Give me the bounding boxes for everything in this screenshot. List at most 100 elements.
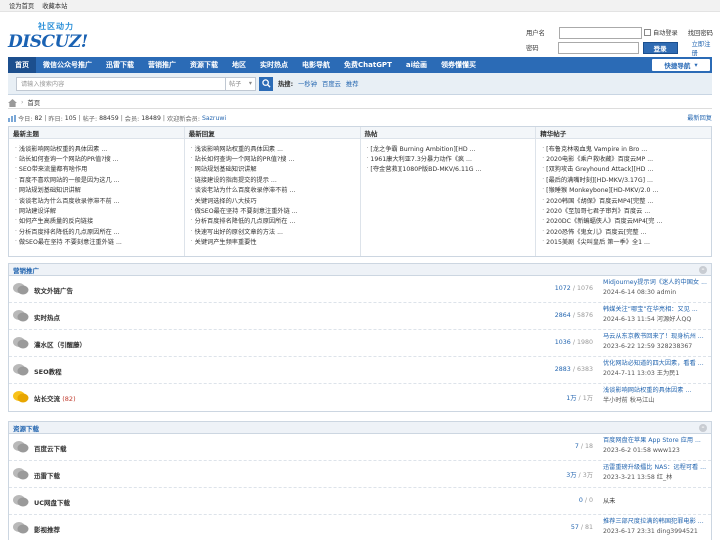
list-item-text[interactable]: SEO带来流量都有啥作用 xyxy=(19,164,87,173)
list-item[interactable]: · 网站建设详解 xyxy=(15,205,178,215)
list-item-text[interactable]: 网站建设详解 xyxy=(19,206,56,215)
last-post-title[interactable]: 马云从东京教书回来了！现身杭州 ... xyxy=(603,332,711,342)
list-item-text[interactable]: 2020DC《新蝙蝠侠人》百度云MP4[完 ... xyxy=(546,216,662,225)
forum-name-text[interactable]: SEO教程 xyxy=(34,368,62,376)
list-item-text[interactable]: 2015美剧《尖叫皇后 第一季》全1 ... xyxy=(546,237,650,246)
list-item-text[interactable]: [最后的满嘴时刻][HD-MKV/3.17G] ... xyxy=(546,175,653,184)
list-item[interactable]: · 如何产生高质量的反向链接 xyxy=(15,216,178,226)
list-item-text[interactable]: 做SEO最在坚持 不要刻意注重外链 ... xyxy=(19,237,122,246)
list-item[interactable]: · 2020韩国《胡保》百度云MP4[完整 ... xyxy=(542,195,705,205)
last-post-title[interactable]: Midjourney提示词《迷人的中国女 ... xyxy=(603,278,711,288)
nav-item-xunlei[interactable]: 迅雷下载 xyxy=(99,57,141,73)
search-type-select[interactable]: 帖子 ▾ xyxy=(226,76,256,91)
list-item[interactable]: · 2020DC《新蝙蝠侠人》百度云MP4[完 ... xyxy=(542,216,705,226)
list-item-text[interactable]: 2020恐怖《鬼女儿》百度云[完整 ... xyxy=(546,227,646,236)
forum-name-text[interactable]: 迅雷下载 xyxy=(34,472,60,480)
nav-item-coupons[interactable]: 领券懂懂买 xyxy=(434,57,483,73)
nav-item-chatgpt[interactable]: 免费ChatGPT xyxy=(337,57,399,73)
list-item[interactable]: · [双狗攻击 Greyhound Attack][HD ... xyxy=(542,164,705,174)
list-item[interactable]: · 分析百度排名降低的几点原因所在 ... xyxy=(191,216,354,226)
forum-name-text[interactable]: 灌水区（引醒藤） xyxy=(34,341,86,349)
forum-name-text[interactable]: 百度云下载 xyxy=(34,445,67,453)
list-item[interactable]: · 2020恐怖《鬼女儿》百度云[完整 ... xyxy=(542,226,705,236)
nav-item-wechat[interactable]: 微信公众号推广 xyxy=(36,57,99,73)
list-item-text[interactable]: 浅谈影响网站权重的具体因素 ... xyxy=(195,144,283,153)
forum-name[interactable]: 软文外链广告 xyxy=(34,285,73,295)
list-item-text[interactable]: [双狗攻击 Greyhound Attack][HD ... xyxy=(546,164,653,173)
list-item[interactable]: · 分析百度排名降低的几点原因所在 ... xyxy=(15,226,178,236)
list-item-text[interactable]: 2020《至加哥七君子审判》百度云 ... xyxy=(546,206,650,215)
hot-search-item[interactable]: 推荐 xyxy=(346,79,359,88)
nav-item-marketing[interactable]: 营销推广 xyxy=(141,57,183,73)
nav-item-ai-art[interactable]: ai绘画 xyxy=(399,57,434,73)
forum-name-text[interactable]: 站长交流 xyxy=(34,395,60,403)
checkbox-box[interactable] xyxy=(644,29,651,36)
forum-name[interactable]: 影视推荐 xyxy=(34,524,60,534)
list-item-text[interactable]: 快速写出好的原创文章的方法 ... xyxy=(195,227,283,236)
hot-search-item[interactable]: 百度云 xyxy=(322,79,341,88)
list-item[interactable]: · 做SEO最在坚持 不要刻意注重外链 ... xyxy=(191,205,354,215)
forum-name[interactable]: 实时热点 xyxy=(34,312,60,322)
list-item-text[interactable]: 谈谈老站为什么百度收录停滞不前 ... xyxy=(195,185,296,194)
list-item[interactable]: · 浅谈影响网站权重的具体因素 ... xyxy=(191,143,354,153)
forgot-password-link[interactable]: 找回密码 xyxy=(688,28,713,37)
hot-search-item[interactable]: 一秒钟 xyxy=(298,79,317,88)
search-button[interactable] xyxy=(259,76,273,91)
list-item-text[interactable]: 浅谈影响网站权重的具体因素 ... xyxy=(19,144,107,153)
auto-login-checkbox[interactable]: 自动登录 xyxy=(644,28,678,37)
list-item-text[interactable]: 站长如何查询一个网站的PR值?搜 ... xyxy=(19,154,119,163)
latest-reply-link[interactable]: 最新回复 xyxy=(687,113,712,122)
collapse-icon[interactable]: – xyxy=(699,424,707,432)
nav-item-resources[interactable]: 资源下载 xyxy=(183,57,225,73)
list-item-text[interactable]: 关键词选择的八大技巧 xyxy=(195,196,257,205)
last-post-title[interactable]: 韩媒关注“哪宝”在华亮相：又见 ... xyxy=(603,305,711,315)
list-item-text[interactable]: 1961康大利亚7.3分暴力动作《疯 ... xyxy=(370,154,472,163)
list-item-text[interactable]: 2020韩国《胡保》百度云MP4[完整 ... xyxy=(546,196,653,205)
nav-item-movies[interactable]: 电影导航 xyxy=(295,57,337,73)
list-item-text[interactable]: 谈谈老站为什么百度收录停滞不前 ... xyxy=(19,196,120,205)
list-item-text[interactable]: 站长如何查询一个网站的PR值?搜 ... xyxy=(195,154,295,163)
nav-item-region[interactable]: 地区 xyxy=(225,57,253,73)
list-item[interactable]: · 做SEO最在坚持 不要刻意注重外链 ... xyxy=(15,237,178,247)
section-title[interactable]: 资源下载 xyxy=(13,423,39,433)
list-item-text[interactable]: 关键词产生频率重要性 xyxy=(195,237,257,246)
list-item[interactable]: · [龙之争霸 Burning Ambition][HD ... xyxy=(367,143,530,153)
list-item[interactable]: · 链接建设的指南提交的提示 ... xyxy=(191,174,354,184)
home-icon[interactable] xyxy=(8,98,17,107)
collapse-icon[interactable]: – xyxy=(699,266,707,274)
list-item[interactable]: · 2020电影《乘户救收藏》百度云MP ... xyxy=(542,153,705,163)
set-homepage-link[interactable]: 设为首页 xyxy=(9,1,34,10)
list-item-text[interactable]: 网站规划基础知识讲解 xyxy=(19,185,81,194)
list-item[interactable]: · 浅谈影响网站权重的具体因素 ... xyxy=(15,143,178,153)
last-post-title[interactable]: 百度网盘在苹果 App Store 应用 ... xyxy=(603,436,711,446)
list-item[interactable]: · [最后的满嘴时刻][HD-MKV/3.17G] ... xyxy=(542,174,705,184)
forum-name-text[interactable]: 实时热点 xyxy=(34,314,60,322)
forum-name[interactable]: 百度云下载 xyxy=(34,443,67,453)
login-button[interactable]: 登录 xyxy=(642,41,678,54)
list-item[interactable]: · 站长如何查询一个网站的PR值?搜 ... xyxy=(15,153,178,163)
forum-name[interactable]: 迅雷下载 xyxy=(34,470,60,480)
list-item-text[interactable]: 链接建设的指南提交的提示 ... xyxy=(195,175,277,184)
list-item[interactable]: · [布鲁克林吸血鬼 Vampire in Bro ... xyxy=(542,143,705,153)
list-item-text[interactable]: 百度不喜欢网站的一般是因为这几 ... xyxy=(19,175,120,184)
list-item-text[interactable]: 做SEO最在坚持 不要刻意注重外链 ... xyxy=(195,206,298,215)
site-logo[interactable]: 社区动力 DISCUZ! xyxy=(8,18,88,58)
last-post-title[interactable]: 迅雷重磅升级擂比 NAS：远程可看 ... xyxy=(603,463,711,473)
username-input[interactable] xyxy=(559,26,642,39)
last-post-title[interactable]: 浅谈影响网站权重的具体因素 ... xyxy=(603,386,711,396)
last-post-title[interactable]: 推荐三部尺度拉满的韩国犯罪电影 ... xyxy=(603,517,711,527)
list-item[interactable]: · 百度不喜欢网站的一般是因为这几 ... xyxy=(15,174,178,184)
forum-name-text[interactable]: UC网盘下载 xyxy=(34,499,70,507)
bookmark-link[interactable]: 收藏本站 xyxy=(42,1,67,10)
list-item[interactable]: · 关键词产生频率重要性 xyxy=(191,237,354,247)
list-item-text[interactable]: 分析百度排名降低的几点原因所在 ... xyxy=(195,216,296,225)
forum-name[interactable]: 站长交流 (82) xyxy=(34,393,76,403)
list-item-text[interactable]: [龙之争霸 Burning Ambition][HD ... xyxy=(370,144,475,153)
password-input[interactable] xyxy=(558,41,639,54)
list-item-text[interactable]: 网站规划基础知识讲解 xyxy=(195,164,257,173)
list-item-text[interactable]: 如何产生高质量的反向链接 xyxy=(19,216,93,225)
register-link[interactable]: 立即注册 xyxy=(692,39,716,57)
forum-name[interactable]: UC网盘下载 xyxy=(34,497,70,507)
forum-name-text[interactable]: 软文外链广告 xyxy=(34,287,73,295)
quick-nav-button[interactable]: 快捷导航 ▾ xyxy=(652,59,710,71)
